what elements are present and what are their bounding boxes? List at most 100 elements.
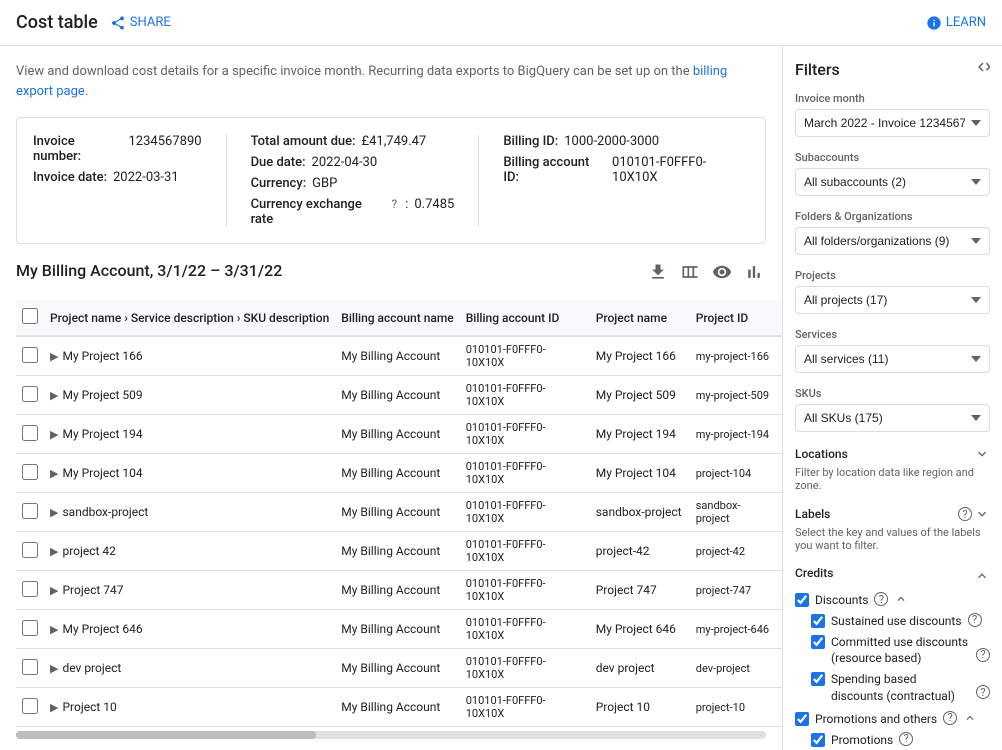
description-text: View and download cost details for a spe… [16, 62, 766, 101]
share-button[interactable]: SHARE [110, 15, 171, 31]
billing-section-title: My Billing Account, 3/1/22 – 3/31/22 [16, 261, 282, 280]
table-row: ▶My Project 166 My Billing Account 01010… [16, 336, 782, 376]
labels-desc: Select the key and values of the labels … [795, 526, 990, 552]
locations-filter: Locations Filter by location data like r… [795, 446, 990, 492]
promotions-checkbox[interactable] [795, 712, 809, 726]
locations-title: Locations [795, 447, 848, 461]
labels-header[interactable]: Labels ? [795, 506, 990, 522]
invoice-number-label: Invoice number: [33, 134, 123, 164]
labels-help-icon[interactable]: ? [958, 507, 972, 521]
pagination-bar: Rows per page: 10 25 50 100 1 – 10 of 10… [16, 743, 766, 750]
spending-checkbox[interactable] [811, 672, 825, 686]
select-all-checkbox[interactable] [22, 308, 38, 324]
promotions-sub-help-icon[interactable]: ? [899, 732, 913, 746]
sustained-label: Sustained use discounts [831, 613, 962, 630]
invoice-month-filter: Invoice month March 2022 - Invoice 12345… [795, 92, 990, 137]
billing-id-label: Billing ID: [503, 134, 558, 149]
due-date-value: 2022-04-30 [312, 155, 378, 170]
labels-filter: Labels ? Select the key and values of th… [795, 506, 990, 552]
chart-icon[interactable] [742, 260, 766, 284]
col-header-billing-id: Billing account ID [460, 300, 590, 336]
row-checkbox-4[interactable] [22, 503, 38, 519]
learn-button[interactable]: LEARN [926, 15, 986, 31]
committed-checkbox-item: Committed use discounts (resource based)… [811, 634, 990, 668]
committed-checkbox[interactable] [811, 635, 825, 649]
invoice-month-select[interactable]: March 2022 - Invoice 1234567890 [795, 109, 990, 137]
committed-label: Committed use discounts (resource based) [831, 634, 970, 668]
folders-select[interactable]: All folders/organizations (9) [795, 227, 990, 255]
table-row: ▶My Project 104 My Billing Account 01010… [16, 454, 782, 493]
row-checkbox-6[interactable] [22, 581, 38, 597]
subaccounts-select[interactable]: All subaccounts (2) [795, 168, 990, 196]
folders-label: Folders & Organizations [795, 210, 990, 223]
discounts-collapse-icon[interactable] [894, 592, 908, 606]
table-row: ▶My Project 194 My Billing Account 01010… [16, 415, 782, 454]
total-value: £41,749.47 [362, 134, 427, 149]
promotions-collapse-icon[interactable] [963, 711, 977, 725]
spending-help-icon[interactable]: ? [976, 685, 990, 699]
expand-btn-5[interactable]: ▶ [50, 545, 58, 558]
row-checkbox-8[interactable] [22, 659, 38, 675]
row-checkbox-0[interactable] [22, 347, 38, 363]
expand-btn-6[interactable]: ▶ [50, 584, 58, 597]
promotions-sub-checkbox[interactable] [811, 733, 825, 747]
billing-export-link[interactable]: billing export page [16, 64, 727, 99]
col-header-billing-name: Billing account name [335, 300, 459, 336]
row-checkbox-3[interactable] [22, 464, 38, 480]
expand-btn-3[interactable]: ▶ [50, 467, 58, 480]
projects-select[interactable]: All projects (17) [795, 286, 990, 314]
row-checkbox-1[interactable] [22, 386, 38, 402]
skus-select[interactable]: All SKUs (175) [795, 404, 990, 432]
billing-id-value: 1000-2000-3000 [564, 134, 659, 149]
horizontal-scrollbar[interactable] [16, 731, 766, 739]
invoice-date-value: 2022-03-31 [113, 170, 179, 185]
table-row: ▶dev project My Billing Account 010101-F… [16, 649, 782, 688]
row-checkbox-9[interactable] [22, 698, 38, 714]
promotions-help-icon[interactable]: ? [943, 711, 957, 725]
expand-btn-8[interactable]: ▶ [50, 662, 58, 675]
committed-help-icon[interactable]: ? [976, 648, 990, 662]
invoice-info-panel: Invoice number: 1234567890 Invoice date:… [16, 117, 766, 244]
skus-label: SKUs [795, 387, 990, 400]
download-icon[interactable] [646, 260, 670, 284]
row-checkbox-5[interactable] [22, 542, 38, 558]
expand-btn-1[interactable]: ▶ [50, 389, 58, 402]
filters-sidebar: Filters Invoice month March 2022 - Invoi… [782, 46, 1002, 750]
table-row: ▶sandbox-project My Billing Account 0101… [16, 493, 782, 532]
collapse-sidebar-icon[interactable] [972, 58, 990, 80]
expand-btn-0[interactable]: ▶ [50, 350, 58, 363]
expand-btn-2[interactable]: ▶ [50, 428, 58, 441]
sustained-checkbox[interactable] [811, 614, 825, 628]
locations-header[interactable]: Locations [795, 446, 990, 462]
exchange-rate-help-icon[interactable]: ? [392, 197, 398, 211]
expand-btn-7[interactable]: ▶ [50, 623, 58, 636]
cost-table: Project name › Service description › SKU… [16, 300, 782, 727]
invoice-date-label: Invoice date: [33, 170, 107, 185]
row-checkbox-7[interactable] [22, 620, 38, 636]
table-row: ▶Project 10 My Billing Account 010101-F0… [16, 688, 782, 727]
credits-collapse-icon[interactable] [974, 568, 990, 584]
discounts-checkbox-item: Discounts ? [795, 592, 990, 609]
spending-label: Spending based discounts (contractual) [831, 671, 970, 705]
subaccounts-filter: Subaccounts All subaccounts (2) [795, 151, 990, 196]
expand-btn-9[interactable]: ▶ [50, 701, 58, 714]
discounts-help-icon[interactable]: ? [874, 592, 888, 606]
sustained-help-icon[interactable]: ? [968, 613, 982, 627]
expand-btn-4[interactable]: ▶ [50, 506, 58, 519]
discounts-checkbox[interactable] [795, 593, 809, 607]
col-header-project: Project name › Service description › SKU… [44, 300, 335, 336]
visibility-icon[interactable] [710, 260, 734, 284]
table-row: ▶My Project 509 My Billing Account 01010… [16, 376, 782, 415]
skus-filter: SKUs All SKUs (175) [795, 387, 990, 432]
services-select[interactable]: All services (11) [795, 345, 990, 373]
share-label: SHARE [130, 15, 171, 30]
discounts-label: Discounts [815, 592, 868, 609]
columns-icon[interactable] [678, 260, 702, 284]
invoice-month-label: Invoice month [795, 92, 990, 105]
exchange-rate-label: Currency exchange rate [251, 197, 384, 227]
col-header-proj-id: Project ID [690, 300, 780, 336]
row-checkbox-2[interactable] [22, 425, 38, 441]
services-label: Services [795, 328, 990, 341]
locations-desc: Filter by location data like region and … [795, 466, 990, 492]
credits-section: Credits Discounts ? Sustained use discou… [795, 566, 990, 748]
